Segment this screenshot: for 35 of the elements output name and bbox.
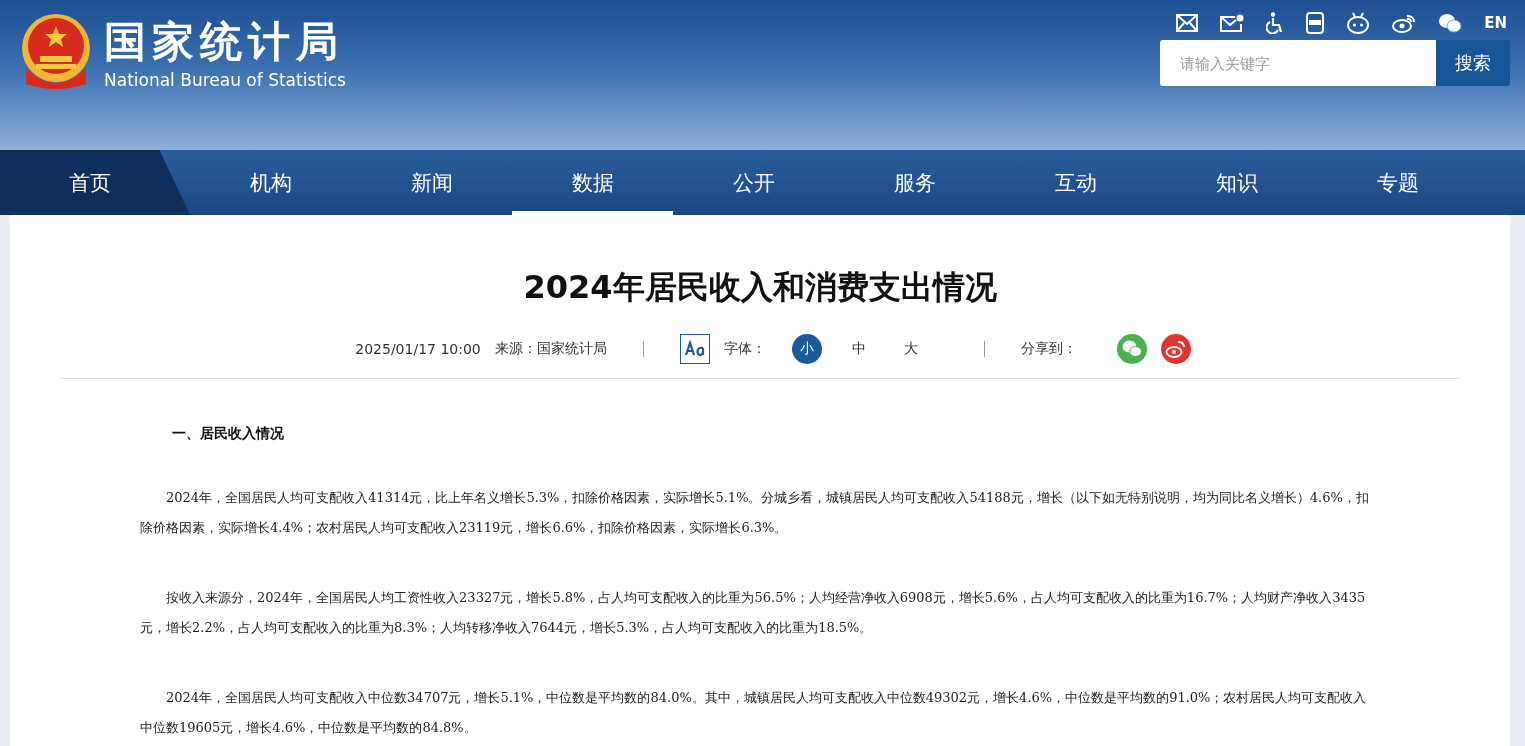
paragraph: 按收入来源分，2024年，全国居民人均工资性收入23327元，增长5.8%，占人均可支配收入的比重为56.5%；人均经营净收入6908元，增长5.6%，占人均可支配收入的比重为16.7%；人均财产净收入3435元，增长2.2%，占人均可支配收入的比重为8.3%；人均转移净收入7644元，增长5.3%，占人均可支配收入的比重为18.5%。	[140, 589, 1367, 637]
font-size-label: 字体：	[723, 340, 766, 358]
font-size-option[interactable]: 中	[843, 334, 874, 364]
nav-tab[interactable]: 专题	[1317, 150, 1478, 215]
section-heading: 一、居民收入情况	[172, 425, 285, 443]
site-name: 国家统计局	[104, 16, 345, 68]
nav-tab[interactable]: 互动	[995, 150, 1156, 215]
app-icon[interactable]	[1306, 12, 1325, 34]
nav-tab[interactable]: 公开	[673, 150, 834, 215]
weibo-share-icon[interactable]	[1160, 334, 1191, 364]
font-size-icon	[679, 334, 710, 364]
paragraph: 2024年，全国居民人均可支配收入41314元，比上年名义增长5.3%，扣除价格因素，实际增长5.1%。分城乡看，城镇居民人均可支配收入54188元，增长（以下如无特别说明，均为同比名义增长）4.6%，扣除价格因素，实际增长4.4%；农村居民人均可支配收入23119元，增长6.6%，扣除价格因素，实际增长6.3%。	[140, 489, 1370, 537]
wechat-share-icon[interactable]	[1116, 334, 1147, 364]
search-field[interactable]: 请输入关键字	[1160, 40, 1436, 86]
search-button[interactable]: 搜索	[1436, 40, 1510, 86]
nav-tab[interactable]: 知识	[1156, 150, 1317, 215]
paragraph: 2024年，全国居民人均可支配收入中位数34707元，增长5.1%，中位数是平均数的84.0%。其中，城镇居民人均可支配收入中位数49302元，增长4.6%，中位数是平均数的91.0%；农村居民人均可支配收入中位数19605元，增长4.6%，中位数是平均数的84.8%。	[140, 689, 1368, 737]
language-link[interactable]: EN	[1484, 14, 1507, 32]
font-size-option[interactable]: 大	[895, 334, 926, 364]
site-name-english: National Bureau of Statistics	[104, 69, 346, 92]
mail-icon[interactable]	[1176, 14, 1199, 32]
article-title: 2024年居民收入和消费支出情况	[522, 267, 998, 308]
nav-tab[interactable]: 首页	[0, 150, 190, 215]
source-label: 来源：国家统计局	[494, 340, 607, 358]
wechat-icon[interactable]	[1438, 13, 1463, 33]
nav-tab[interactable]: 服务	[834, 150, 995, 215]
weibo-icon[interactable]	[1392, 13, 1417, 33]
font-size-option[interactable]: 小	[791, 334, 822, 364]
nav-tab[interactable]: 新闻	[351, 150, 512, 215]
publish-date: 2025/01/17 10:00	[355, 341, 481, 357]
share-label: 分享到：	[1020, 340, 1077, 358]
nav-tab[interactable]: 机构	[190, 150, 351, 215]
wheelchair-icon[interactable]	[1266, 12, 1285, 34]
mail-gear-icon[interactable]	[1220, 14, 1245, 32]
robot-face-icon[interactable]	[1346, 12, 1371, 34]
